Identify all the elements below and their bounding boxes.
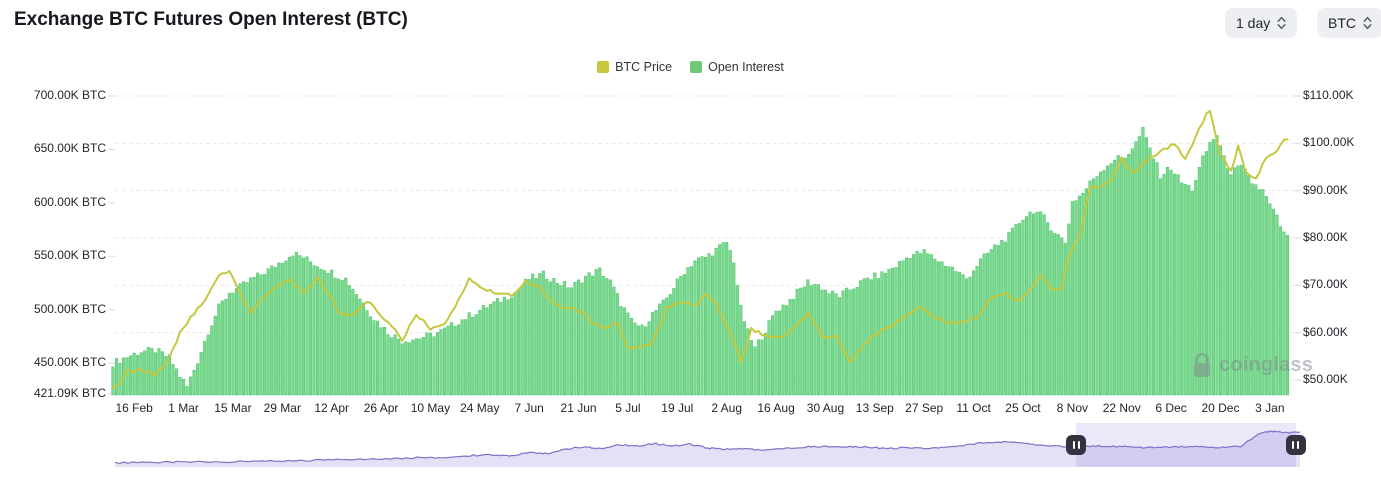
chart-card: Exchange BTC Futures Open Interest (BTC)…	[0, 0, 1381, 484]
y-axis-label-left: 500.00K BTC	[33, 301, 106, 316]
y-axis-label-right: $80.00K	[1303, 229, 1348, 244]
x-axis-label: 3 Jan	[1255, 401, 1285, 415]
y-axis-label-right: $50.00K	[1303, 371, 1348, 386]
y-axis-label-right: $60.00K	[1303, 324, 1348, 339]
y-axis-label-left: 700.00K BTC	[33, 88, 106, 102]
y-axis-label-left: 421.09K BTC	[33, 386, 106, 400]
y-axis-label-left: 650.00K BTC	[33, 141, 106, 156]
plot-area[interactable]	[115, 96, 1295, 395]
y-axis-label-left: 550.00K BTC	[33, 248, 106, 263]
navigator-handle-left[interactable]	[1066, 435, 1087, 455]
y-axis-label-right: $100.00K	[1303, 135, 1355, 150]
navigator-area[interactable]	[115, 423, 1300, 467]
y-axis-label-left: 600.00K BTC	[33, 194, 106, 209]
y-axis-label-right: $110.00K	[1303, 88, 1354, 102]
y-axis-label-right: $70.00K	[1303, 277, 1348, 292]
y-axis-label-left: 450.00K BTC	[33, 355, 106, 370]
y-axis-label-right: $90.00K	[1303, 182, 1348, 197]
navigator-handle-right[interactable]	[1285, 435, 1306, 455]
